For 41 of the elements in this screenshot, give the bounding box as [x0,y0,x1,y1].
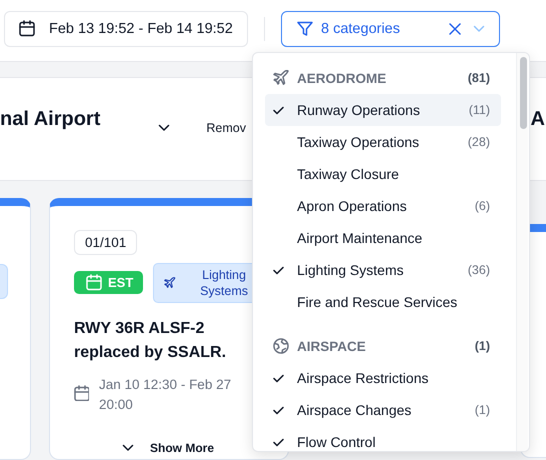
chevron-down-icon[interactable] [158,124,170,132]
show-more-link[interactable]: Show More [150,441,214,455]
airport-title: nal Airport [0,108,100,131]
option-count: (28) [468,135,490,149]
category-option[interactable]: Flow Control [265,426,501,451]
group-heading: AERODROME [297,70,388,86]
scrollbar-thumb[interactable] [520,57,527,129]
chevron-down-icon [473,24,485,32]
option-count: (1) [474,403,490,417]
notice-number: 01/101 [74,230,138,255]
remove-button[interactable]: Remov [206,121,246,135]
category-option[interactable]: Airport Maintenance [265,222,501,254]
category-option[interactable]: Taxiway Closure [265,158,501,190]
option-count: (6) [474,199,490,213]
close-icon[interactable] [449,22,461,34]
group-heading: AIRSPACE [297,338,367,354]
category-option[interactable]: Runway Operations (11) [265,94,501,126]
category-filter[interactable]: 8 categories [281,10,500,46]
plane-icon [273,70,289,86]
calendar-icon [19,20,35,37]
category-option[interactable]: Airspace Changes (1) [265,394,501,426]
chevron-down-icon [122,444,134,452]
status-badge: EST [74,271,144,294]
plane-icon [164,275,176,291]
category-option[interactable]: Taxiway Operations (28) [265,126,501,158]
airport-title: A [530,108,545,131]
notice-title: RWY 36R ALSF-2 replaced by SSALR. [74,319,228,363]
category-tag [0,264,8,299]
calendar-icon [86,274,102,291]
date-range-button[interactable]: Feb 13 19:52 - Feb 14 19:52 [4,10,248,46]
notice-period: Jan 10 12:30 - Feb 27 20:00 [99,376,232,414]
category-option[interactable]: Airspace Restrictions [265,362,501,394]
filter-icon [297,20,313,36]
calendar-icon [74,385,89,401]
group-count: (1) [474,339,490,353]
option-count: (11) [468,103,490,117]
group-count: (81) [468,71,490,85]
scrollbar[interactable] [516,53,528,451]
option-count: (36) [468,263,490,277]
globe-icon [273,338,289,354]
category-option[interactable]: Apron Operations (6) [265,190,501,222]
